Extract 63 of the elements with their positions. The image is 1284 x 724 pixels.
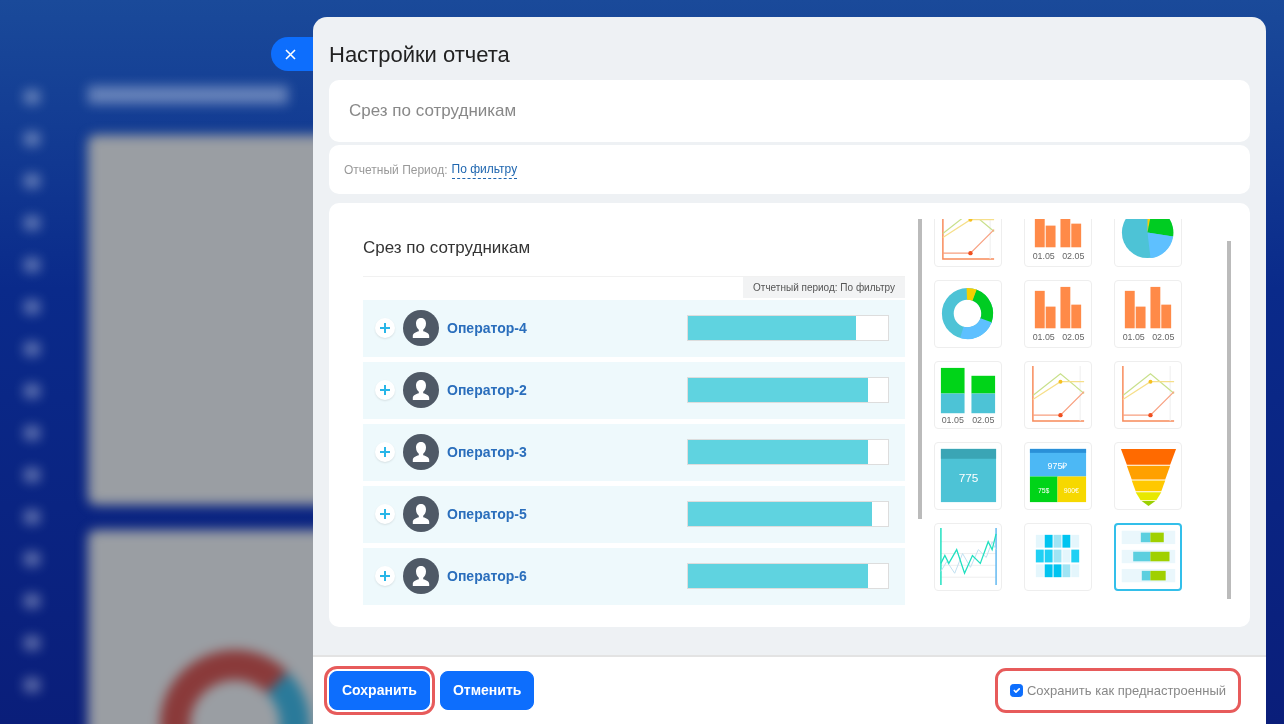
plus-icon	[380, 447, 390, 457]
number-widget-icon	[940, 448, 997, 503]
scrollbar[interactable]	[918, 219, 922, 519]
plus-icon	[380, 571, 390, 581]
chart-type-option[interactable]: 01.05 02.05	[1024, 219, 1092, 267]
axis-label: 01.05	[1032, 332, 1055, 343]
avatar-icon	[403, 372, 439, 408]
axis-label: 01.05	[941, 415, 964, 426]
period-tag: Отчетный период: По фильтру	[743, 276, 905, 298]
employee-name[interactable]: Оператор-4	[447, 317, 527, 339]
bar-chart-icon	[1034, 286, 1082, 329]
stacked-bar-chart-icon	[940, 367, 996, 414]
plus-icon	[380, 385, 390, 395]
checkbox-label: Сохранить как преднастроенный	[1026, 681, 1226, 700]
plus-icon	[380, 509, 390, 519]
employee-name[interactable]: Оператор-3	[447, 441, 527, 463]
avatar-icon	[403, 434, 439, 470]
donut-chart-icon	[941, 287, 994, 340]
axis-label: 01.05	[1032, 251, 1055, 262]
axis-label: 02.05	[1062, 332, 1085, 343]
number-widget-icon	[1029, 448, 1087, 503]
period-link[interactable]: По фильтру	[451, 160, 518, 179]
expand-button[interactable]	[375, 504, 395, 524]
employee-name[interactable]: Оператор-2	[447, 379, 527, 401]
close-icon	[285, 48, 296, 60]
cancel-button[interactable]: Отменить	[439, 671, 535, 710]
line-chart-icon	[1032, 365, 1085, 422]
avatar-icon	[403, 558, 439, 594]
line-chart-icon	[942, 219, 995, 260]
expand-button[interactable]	[375, 318, 395, 338]
preview-title: Срез по сотрудникам	[363, 237, 532, 259]
expand-button[interactable]	[375, 380, 395, 400]
axis-label: 01.05	[1122, 332, 1145, 343]
bar-chart-icon	[1034, 219, 1082, 248]
close-button[interactable]	[271, 37, 313, 71]
avatar-icon	[403, 496, 439, 532]
employee-name[interactable]: Оператор-6	[447, 565, 527, 587]
heatmap-icon	[1035, 534, 1080, 578]
chart-type-option[interactable]	[1114, 523, 1182, 591]
axis-label: 02.05	[1062, 251, 1085, 262]
chart-type-option[interactable]: 01.05 02.05	[934, 361, 1002, 429]
funnel-chart-icon	[1120, 448, 1177, 507]
bar-chart-icon	[1124, 286, 1172, 329]
period-label: Отчетный Период:	[344, 161, 448, 179]
plus-icon	[380, 323, 390, 333]
report-name-field[interactable]: Срез по сотрудникам	[329, 80, 1250, 142]
widget-value: 975₽	[1047, 460, 1068, 471]
line-chart-icon	[1122, 365, 1175, 422]
line-chart-icon	[940, 527, 997, 586]
chart-type-option[interactable]: 01.05 02.05	[1114, 280, 1182, 348]
widget-value: 775	[958, 471, 979, 486]
panel-title: Настройки отчета	[329, 42, 511, 68]
axis-label: 02.05	[1152, 332, 1175, 343]
scrollbar[interactable]	[1227, 241, 1231, 599]
expand-button[interactable]	[375, 566, 395, 586]
chart-type-option[interactable]: 01.05 02.05	[1024, 280, 1092, 348]
checkbox[interactable]	[1009, 684, 1023, 697]
expand-button[interactable]	[375, 442, 395, 462]
pie-chart-icon	[1121, 219, 1174, 259]
avatar-icon	[403, 310, 439, 346]
employee-name[interactable]: Оператор-5	[447, 503, 527, 525]
axis-label: 02.05	[972, 415, 995, 426]
horizontal-bar-chart-icon	[1121, 530, 1176, 583]
